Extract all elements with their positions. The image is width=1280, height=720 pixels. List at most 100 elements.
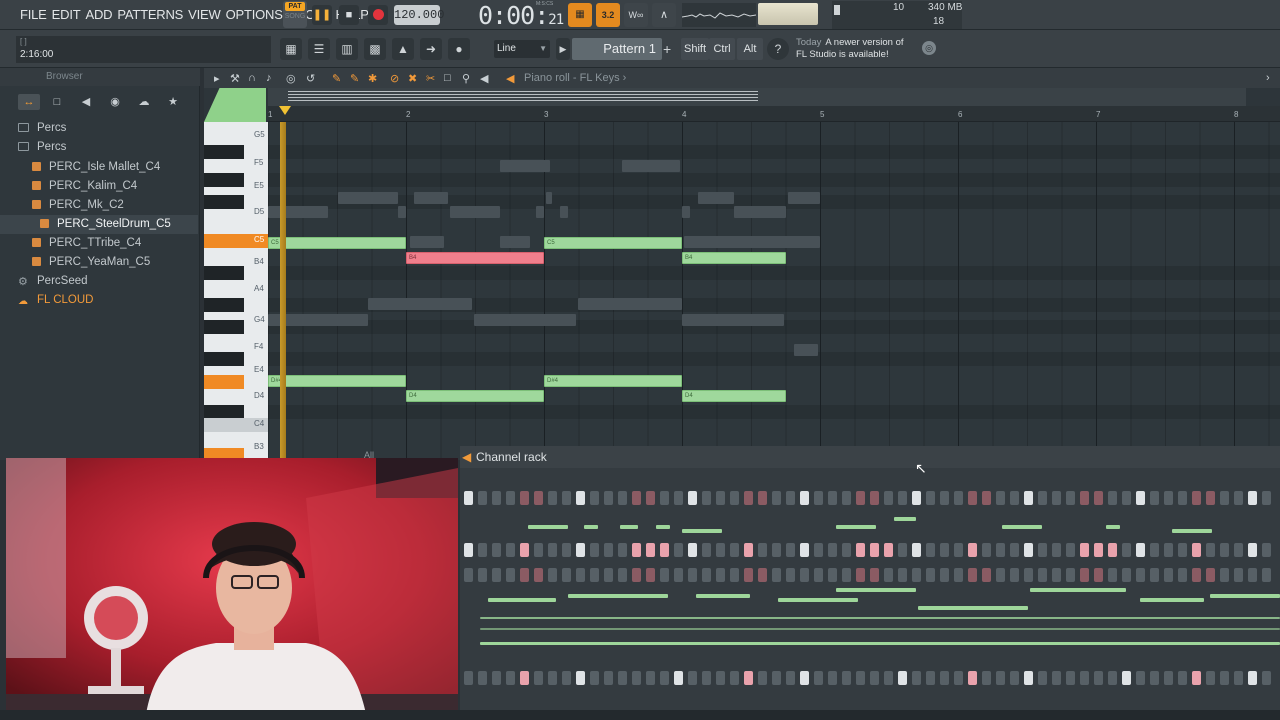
step-pad[interactable] [926,491,935,505]
pat-song-toggle[interactable]: PAT SONG [283,1,307,28]
snap-mode-select[interactable]: Line ▼ [494,40,550,58]
play-small-icon[interactable]: ▶ [556,38,570,60]
tree-item-percs-root[interactable]: Percs [0,119,198,138]
step-pad[interactable] [926,568,935,582]
zoom-icon[interactable]: ⚲ [462,72,470,85]
step-pad[interactable] [1066,671,1075,685]
step-pad[interactable] [1080,491,1089,505]
tree-item-percseed[interactable]: ⚙ PercSeed [0,272,198,291]
step-pad[interactable] [1206,568,1215,582]
step-pad[interactable] [632,568,641,582]
step-pad[interactable] [940,543,949,557]
tempo-display[interactable]: 120.000 [394,5,444,25]
step-pad[interactable] [800,543,809,557]
black-key[interactable] [204,145,244,159]
black-key[interactable] [204,298,244,312]
step-pad[interactable] [674,491,683,505]
step-pad[interactable] [1108,671,1117,685]
step-pad[interactable] [464,491,473,505]
step-pad[interactable] [590,671,599,685]
step-pad[interactable] [758,543,767,557]
step-pad[interactable] [1178,568,1187,582]
step-pad[interactable] [492,671,501,685]
menu-view[interactable]: VIEW [188,7,221,22]
step-pad[interactable] [1206,671,1215,685]
undo-icon[interactable]: ↺ [306,72,315,85]
step-pad[interactable] [786,671,795,685]
step-pad[interactable] [1010,543,1019,557]
piano-roll-overview[interactable] [268,88,1246,106]
note-d#4[interactable]: D#4 [268,375,406,387]
black-key[interactable] [204,320,244,334]
step-pad[interactable] [898,568,907,582]
microphone-icon[interactable]: ● [448,38,470,60]
step-pad[interactable] [1038,671,1047,685]
step-pad[interactable] [1192,491,1201,505]
wait-icon[interactable]: W∞ [624,3,648,27]
step-pad[interactable] [1234,491,1243,505]
step-pad[interactable] [1164,568,1173,582]
step-pad[interactable] [870,671,879,685]
globe-icon[interactable]: ◎ [922,41,936,55]
step-mode-icon[interactable]: 3.2 [596,3,620,27]
step-pad[interactable] [478,543,487,557]
step-pad[interactable] [576,491,585,505]
stop-button[interactable]: ■ [339,5,359,25]
note-d#4[interactable]: D#4 [544,375,682,387]
step-pad[interactable] [884,491,893,505]
step-pad[interactable] [1080,568,1089,582]
step-pad[interactable] [1150,568,1159,582]
step-pad[interactable] [1024,543,1033,557]
step-pad[interactable] [1178,543,1187,557]
step-pad[interactable] [996,543,1005,557]
paint-icon[interactable]: ✱ [368,72,377,85]
step-pad[interactable] [1136,671,1145,685]
channel-step-row[interactable] [460,565,1280,585]
step-pad[interactable] [562,491,571,505]
step-pad[interactable] [884,543,893,557]
step-pad[interactable] [954,543,963,557]
step-pad[interactable] [660,568,669,582]
playhead[interactable] [280,122,286,460]
step-pad[interactable] [786,543,795,557]
step-pad[interactable] [576,568,585,582]
step-pad[interactable] [744,671,753,685]
step-pad[interactable] [786,491,795,505]
step-pad[interactable] [562,543,571,557]
step-pad[interactable] [982,568,991,582]
step-pad[interactable] [1248,543,1257,557]
delete-icon[interactable]: ⊘ [390,72,399,85]
step-pad[interactable] [954,491,963,505]
step-pad[interactable] [464,568,473,582]
step-pad[interactable] [520,568,529,582]
playlist-icon[interactable]: ▦ [280,38,302,60]
step-pad[interactable] [730,491,739,505]
step-pad[interactable] [576,671,585,685]
step-pad[interactable] [870,568,879,582]
step-pad[interactable] [716,491,725,505]
step-pad[interactable] [870,543,879,557]
step-pad[interactable] [758,568,767,582]
step-pad[interactable] [1024,491,1033,505]
step-pad[interactable] [1164,543,1173,557]
step-pad[interactable] [520,543,529,557]
step-pad[interactable] [660,671,669,685]
tree-item-file[interactable]: PERC_Kalim_C4 [0,177,198,196]
step-pad[interactable] [716,671,725,685]
step-pad[interactable] [856,671,865,685]
step-pad[interactable] [730,568,739,582]
step-pad[interactable] [982,491,991,505]
browser-tab-files-icon[interactable]: □ [48,94,66,110]
step-pad[interactable] [478,568,487,582]
step-pad[interactable] [604,543,613,557]
tree-item-file[interactable]: PERC_TTribe_C4 [0,234,198,253]
tree-item-file-selected[interactable]: PERC_SteelDrum_C5 [0,215,198,234]
step-pad[interactable] [674,671,683,685]
step-pad[interactable] [646,671,655,685]
step-pad[interactable] [1010,671,1019,685]
alt-button[interactable]: Alt [737,38,763,60]
step-pad[interactable] [464,671,473,685]
step-pad[interactable] [1052,543,1061,557]
channel-step-row[interactable] [460,668,1280,688]
step-pad[interactable] [1066,491,1075,505]
